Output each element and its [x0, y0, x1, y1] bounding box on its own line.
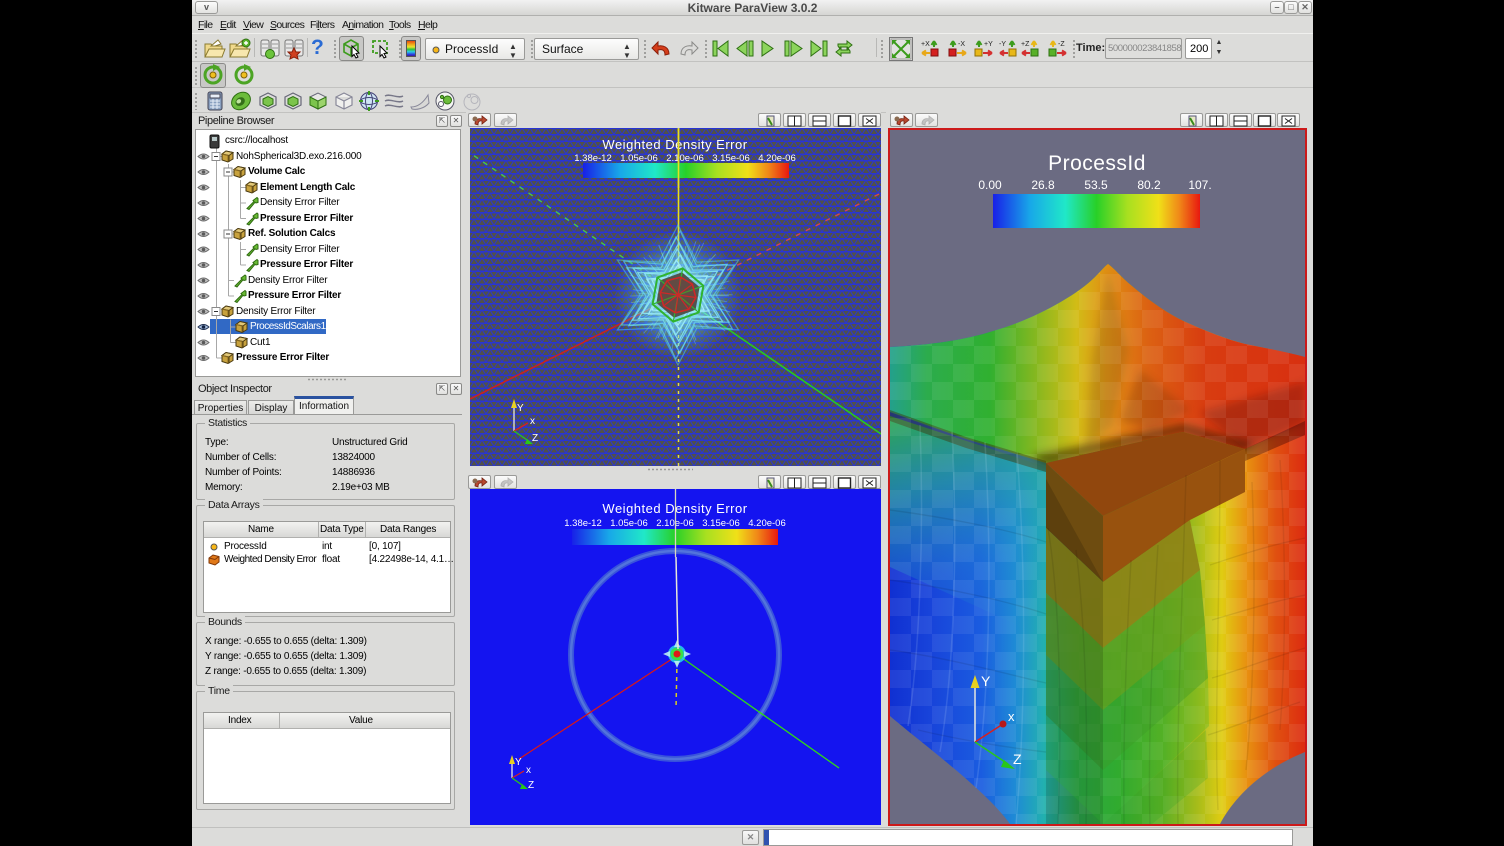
svg-text:26.8: 26.8	[1031, 178, 1055, 192]
svg-text:Z: Z	[1013, 751, 1022, 767]
svg-text:x: x	[526, 765, 531, 776]
svg-text:1.05e-06: 1.05e-06	[610, 518, 648, 529]
svg-text:Y: Y	[517, 403, 524, 414]
svg-text:0.00: 0.00	[978, 178, 1002, 192]
svg-text:53.5: 53.5	[1084, 178, 1108, 192]
svg-text:x: x	[530, 416, 535, 427]
svg-text:+Z: +Z	[1021, 41, 1030, 48]
svg-text:4.20e-06: 4.20e-06	[748, 518, 786, 529]
svg-text:ProcessId: ProcessId	[1048, 152, 1146, 175]
svg-text:-Y: -Y	[999, 41, 1006, 48]
svg-text:4.20e-06: 4.20e-06	[758, 153, 796, 164]
svg-text:Y: Y	[981, 673, 991, 689]
svg-text:x: x	[1008, 709, 1015, 724]
svg-text:Z: Z	[528, 780, 534, 791]
svg-text:Weighted Density Error: Weighted Density Error	[602, 137, 747, 152]
svg-text:-X: -X	[958, 41, 965, 48]
svg-text:80.2: 80.2	[1137, 178, 1161, 192]
svg-text:3.15e-06: 3.15e-06	[712, 153, 750, 164]
svg-text:-Z: -Z	[1058, 41, 1065, 48]
svg-text:+Y: +Y	[984, 41, 993, 48]
svg-text:1.05e-06: 1.05e-06	[620, 153, 658, 164]
svg-text:107.: 107.	[1188, 178, 1211, 192]
svg-text:+X: +X	[921, 41, 930, 48]
svg-text:3.15e-06: 3.15e-06	[702, 518, 740, 529]
svg-text:Y: Y	[515, 757, 522, 768]
svg-text:2.10e-06: 2.10e-06	[666, 153, 704, 164]
svg-text:Z: Z	[532, 433, 538, 444]
svg-text:1.38e-12: 1.38e-12	[574, 153, 612, 164]
svg-text:1.38e-12: 1.38e-12	[564, 518, 602, 529]
